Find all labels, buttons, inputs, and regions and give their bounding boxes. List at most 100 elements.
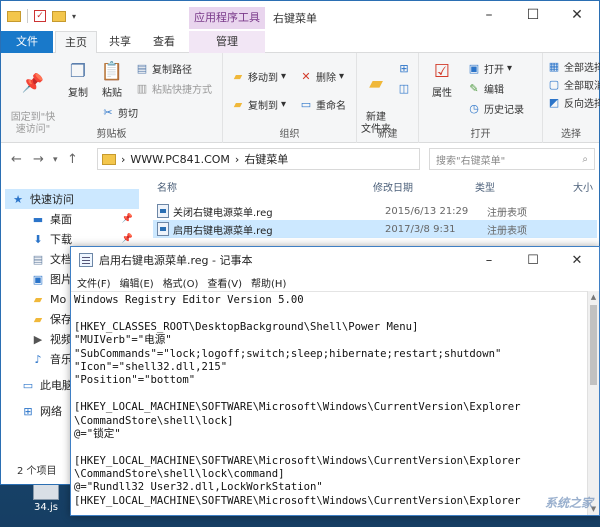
minimize-icon[interactable]: – [467,1,511,29]
menu-format[interactable]: 格式(O) [163,275,199,290]
copy-path-icon: ▤ [136,62,148,75]
notepad-text-area[interactable]: Windows Registry Editor Version 5.00 [HK… [71,291,587,515]
folder-icon: ▰ [33,292,43,306]
recent-dropdown-icon[interactable]: ▾ [53,155,58,165]
column-date[interactable]: 修改日期 [373,179,413,194]
breadcrumb-root[interactable]: WWW.PC841.COM [130,153,230,166]
rename-label: 重命名 [316,101,346,112]
menu-view[interactable]: 查看(V) [207,275,242,290]
minimize-icon[interactable]: – [467,247,511,273]
up-arrow-icon[interactable]: ↑ [67,152,78,167]
paste-shortcut-button[interactable]: ▥ 粘贴快捷方式 [135,81,212,96]
copy-to-button[interactable]: ▰ 复制到 ▾ [231,97,286,112]
maximize-icon[interactable]: ☐ [511,1,555,29]
nav-item-label: Mo [50,292,67,306]
copy-path-button[interactable]: ▤ 复制路径 [135,61,192,76]
cut-button[interactable]: ✂ 剪切 [101,105,138,120]
search-input[interactable]: 搜索"右键菜单" ⌕ [429,148,595,170]
history-button[interactable]: ◷ 历史记录 [467,101,524,116]
text-line [74,441,587,454]
open-button[interactable]: ▣ 打开 ▾ [467,61,512,76]
nav-item-desktop[interactable]: ▬ 桌面 📌 [31,209,139,229]
text-line: [HKEY_CLASSES_ROOT\DesktopBackground\She… [74,320,419,333]
folder-icon: ▰ [33,312,43,326]
address-bar[interactable]: › WWW.PC841.COM › 右键菜单 [97,148,420,170]
delete-button[interactable]: ✕ 删除 ▾ [299,69,344,84]
properties-button[interactable]: ☑ 属性 [425,59,459,100]
video-icon: ▶ [33,332,43,346]
tab-manage[interactable]: 管理 [189,31,265,53]
scroll-up-icon[interactable]: ▲ [588,291,599,303]
folder-icon [102,153,116,165]
nav-this-pc-label: 此电脑 [40,379,73,392]
close-icon[interactable]: ✕ [555,247,599,273]
notepad-window-controls: – ☐ ✕ [467,247,599,273]
divider [27,9,28,23]
menu-file[interactable]: 文件(F) [77,275,111,290]
folder-icon [7,10,21,22]
menu-help[interactable]: 帮助(H) [251,275,286,290]
vertical-scrollbar[interactable]: ▲ ▼ [587,291,599,515]
nav-item-label: 文档 [50,253,72,266]
breadcrumb-leaf[interactable]: 右键菜单 [244,151,288,167]
nav-quick-access[interactable]: ★ 快速访问 [5,189,139,209]
tab-file[interactable]: 文件 [1,31,53,53]
customize-qat-icon[interactable]: ▾ [72,12,76,21]
nav-item-label: 保存 [50,313,72,326]
context-tab-header: 应用程序工具 [189,7,265,29]
menu-edit[interactable]: 编辑(E) [120,275,154,290]
file-name: 启用右键电源菜单.reg [173,225,273,237]
maximize-icon[interactable]: ☐ [511,247,555,273]
rename-button[interactable]: ▭ 重命名 [299,97,346,112]
copy-button[interactable]: ❐ 复制 [63,59,93,100]
new-folder-icon[interactable] [52,10,66,22]
file-list: 名称 修改日期 类型 大小 关闭右键电源菜单.reg 2015/6/13 21:… [149,176,599,246]
text-line: "SubCommands"="lock;logoff;switch;sleep;… [74,347,502,360]
invert-selection-button[interactable]: ◩ 反向选择 [547,95,600,110]
text-line: [HKEY_LOCAL_MACHINE\SOFTWARE\Microsoft\W… [74,454,521,467]
text-line [74,307,587,320]
pin-icon: 📌 [121,214,133,224]
new-group: ▰ 新建 文件夹 ⊞ ◫ 新建 [357,53,419,143]
move-to-button[interactable]: ▰ 移动到 ▾ [231,69,286,84]
tab-share[interactable]: 共享 [99,31,141,53]
close-icon[interactable]: ✕ [555,1,599,29]
select-none-button[interactable]: ▢ 全部取消 [547,77,600,92]
properties-check-icon[interactable]: ✓ [34,10,46,22]
back-arrow-icon[interactable]: ← [11,152,22,167]
nav-item-label: 音乐 [50,353,72,366]
table-row[interactable]: 关闭右键电源菜单.reg 2015/6/13 21:29 注册表项 [153,202,597,220]
table-row[interactable]: 启用右键电源菜单.reg 2017/3/8 9:31 注册表项 [153,220,597,238]
scissors-icon: ✂ [103,106,113,119]
window-controls: – ☐ ✕ [467,1,599,29]
file-type: 注册表项 [487,207,527,219]
column-name[interactable]: 名称 [157,179,177,194]
paste-button[interactable]: 📋 粘贴 [97,59,127,100]
easy-access-button[interactable]: ◫ [397,81,411,95]
forward-arrow-icon[interactable]: → [33,152,44,167]
tab-home[interactable]: 主页 [55,31,97,54]
column-size[interactable]: 大小 [573,179,593,194]
copy-icon: ❐ [69,61,87,82]
open-group: ☑ 属性 ▣ 打开 ▾ ✎ 编辑 ◷ 历史记录 打开 [419,53,543,143]
column-type[interactable]: 类型 [475,179,495,194]
scroll-thumb[interactable] [590,305,597,385]
copy-to-label: 复制到 [248,101,278,112]
edit-button[interactable]: ✎ 编辑 [467,81,504,96]
reg-file-icon [157,222,169,236]
search-icon[interactable]: ⌕ [582,154,588,165]
tab-view[interactable]: 查看 [143,31,185,53]
invert-selection-label: 反向选择 [564,99,600,110]
nav-network-label: 网络 [40,405,62,418]
ribbon: 📌 固定到"快 速访问" ❐ 复制 📋 粘贴 ▤ 复制路径 ▥ 粘贴快捷方式 ✂ [1,53,600,143]
new-item-button[interactable]: ⊞ [397,61,411,75]
file-name: 关闭右键电源菜单.reg [173,207,273,219]
select-all-button[interactable]: ▦ 全部选择 [547,59,600,74]
notepad-icon [79,253,93,267]
nav-quick-access-label: 快速访问 [30,193,74,206]
history-label: 历史记录 [484,105,524,116]
invert-selection-icon: ◩ [548,96,560,109]
chevron-down-icon: ▾ [339,71,345,82]
notepad-menubar: 文件(F) 编辑(E) 格式(O) 查看(V) 帮助(H) [71,273,599,291]
quick-access-toolbar: ✓ ▾ [7,9,76,23]
